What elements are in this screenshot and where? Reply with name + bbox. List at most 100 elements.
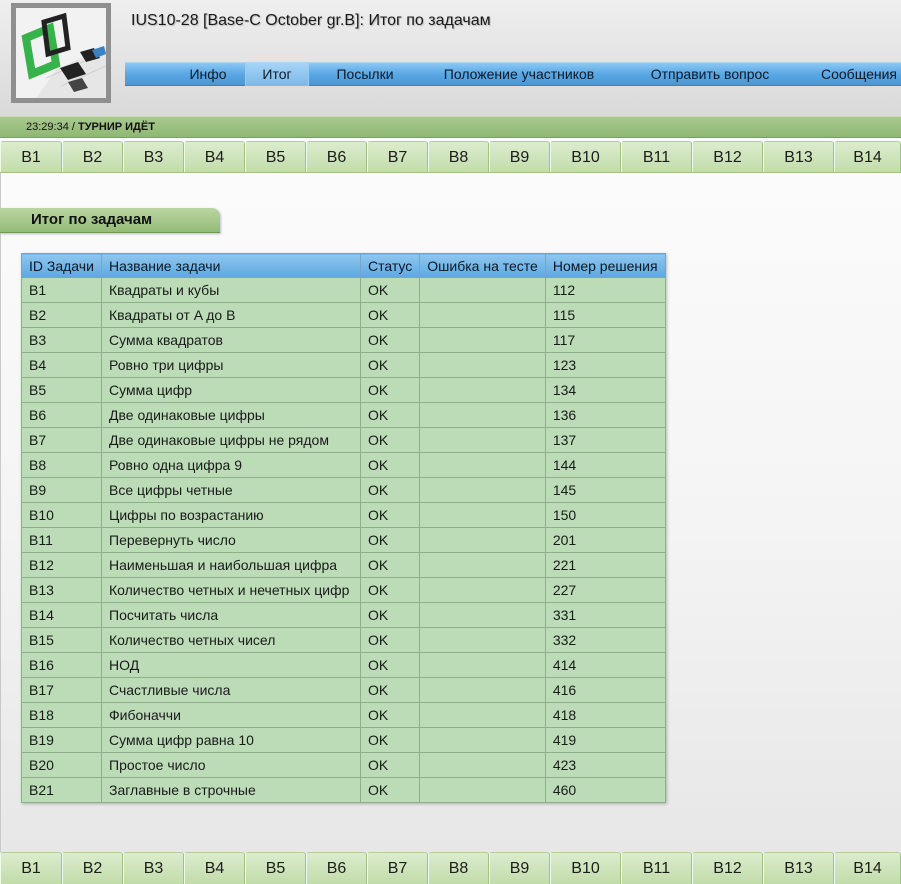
problem-tab-b1[interactable]: B1 <box>0 141 62 173</box>
server-time: 23:29:34 <box>26 121 69 133</box>
problem-tab-b9[interactable]: B9 <box>489 852 550 884</box>
problem-tab-b5[interactable]: B5 <box>245 852 306 884</box>
problem-tab-b7[interactable]: B7 <box>367 852 428 884</box>
table-row[interactable]: B14 Посчитать числа OK 331 <box>21 602 666 628</box>
problem-tab-b12[interactable]: B12 <box>692 141 763 173</box>
cell-submission-number[interactable]: 414 <box>544 652 666 678</box>
problem-tab-b10[interactable]: B10 <box>550 852 621 884</box>
problem-tab-b4[interactable]: B4 <box>184 852 245 884</box>
cell-submission-number[interactable]: 423 <box>544 752 666 778</box>
status-separator: / <box>68 121 78 133</box>
cell-problem-name: Сумма цифр равна 10 <box>101 727 361 753</box>
table-row[interactable]: B7 Две одинаковые цифры не рядом OK 137 <box>21 427 666 453</box>
cell-submission-number[interactable]: 134 <box>544 377 666 403</box>
problem-tab-b10[interactable]: B10 <box>550 141 621 173</box>
cell-submission-number[interactable]: 201 <box>544 527 666 553</box>
problem-tab-b6[interactable]: B6 <box>306 852 367 884</box>
cell-submission-number[interactable]: 221 <box>544 552 666 578</box>
problem-tab-b3[interactable]: B3 <box>123 852 184 884</box>
problem-tab-b7[interactable]: B7 <box>367 141 428 173</box>
problem-tab-b4[interactable]: B4 <box>184 141 245 173</box>
cell-problem-id: B11 <box>21 527 102 553</box>
table-row[interactable]: B17 Счастливые числа OK 416 <box>21 677 666 703</box>
cell-submission-number[interactable]: 150 <box>544 502 666 528</box>
table-row[interactable]: B18 Фибоначчи OK 418 <box>21 702 666 728</box>
cell-status: OK <box>359 527 421 553</box>
nav-messages[interactable]: Сообщения <box>813 63 901 86</box>
cell-problem-name: Заглавные в строчные <box>101 777 361 803</box>
header-problem-id: ID Задачи <box>21 253 102 278</box>
cell-submission-number[interactable]: 416 <box>544 677 666 703</box>
table-row[interactable]: B3 Сумма квадратов OK 117 <box>21 327 666 353</box>
table-row[interactable]: B13 Количество четных и нечетных цифр OK 22… <box>21 577 666 603</box>
cell-problem-name: Квадраты от A до B <box>101 302 361 328</box>
cell-problem-name: Цифры по возрастанию <box>101 502 361 528</box>
table-row[interactable]: B21 Заглавные в строчные OK 460 <box>21 777 666 803</box>
cell-problem-name: Сумма цифр <box>101 377 361 403</box>
table-row[interactable]: B8 Ровно одна цифра 9 OK 144 <box>21 452 666 478</box>
problem-tab-b11[interactable]: B11 <box>621 852 692 884</box>
table-row[interactable]: B1 Квадраты и кубы OK 112 <box>21 277 666 303</box>
table-row[interactable]: B6 Две одинаковые цифры OK 136 <box>21 402 666 428</box>
problem-tab-b12[interactable]: B12 <box>692 852 763 884</box>
cell-submission-number[interactable]: 331 <box>544 602 666 628</box>
problem-tab-b13[interactable]: B13 <box>763 852 834 884</box>
problem-tab-b6[interactable]: B6 <box>306 141 367 173</box>
table-row[interactable]: B15 Количество четных чисел OK 332 <box>21 627 666 653</box>
table-row[interactable]: B16 НОД OK 414 <box>21 652 666 678</box>
cell-problem-id: B16 <box>21 652 102 678</box>
nav-standings[interactable]: Положение участников <box>435 63 603 86</box>
cell-status: OK <box>359 577 421 603</box>
cell-submission-number[interactable]: 144 <box>544 452 666 478</box>
table-row[interactable]: B2 Квадраты от A до B OK 115 <box>21 302 666 328</box>
header-submission-number: Номер решения <box>544 253 666 278</box>
cell-submission-number[interactable]: 227 <box>544 577 666 603</box>
cell-problem-name: Две одинаковые цифры <box>101 402 361 428</box>
cell-failed-test <box>419 777 546 803</box>
problem-tab-b5[interactable]: B5 <box>245 141 306 173</box>
problem-tab-b14[interactable]: B14 <box>834 141 901 173</box>
nav-ask-question[interactable]: Отправить вопрос <box>639 63 781 86</box>
table-row[interactable]: B5 Сумма цифр OK 134 <box>21 377 666 403</box>
table-row[interactable]: B20 Простое число OK 423 <box>21 752 666 778</box>
problem-tabs-top: B1 B2 B3 B4 B5 B6 B7 B8 B9 B10 B11 B12 B… <box>0 141 901 173</box>
cell-submission-number[interactable]: 115 <box>544 302 666 328</box>
table-row[interactable]: B11 Перевернуть число OK 201 <box>21 527 666 553</box>
cell-failed-test <box>419 552 546 578</box>
cell-submission-number[interactable]: 460 <box>544 777 666 803</box>
table-row[interactable]: B10 Цифры по возрастанию OK 150 <box>21 502 666 528</box>
problem-tab-b8[interactable]: B8 <box>428 141 489 173</box>
logo <box>11 3 111 103</box>
cell-submission-number[interactable]: 419 <box>544 727 666 753</box>
cell-submission-number[interactable]: 112 <box>544 277 666 303</box>
problem-tab-b8[interactable]: B8 <box>428 852 489 884</box>
problem-tab-b2[interactable]: B2 <box>62 852 123 884</box>
problem-tab-b14[interactable]: B14 <box>834 852 901 884</box>
cell-problem-id: B13 <box>21 577 102 603</box>
table-row[interactable]: B19 Сумма цифр равна 10 OK 419 <box>21 727 666 753</box>
cell-submission-number[interactable]: 418 <box>544 702 666 728</box>
problem-tab-b11[interactable]: B11 <box>621 141 692 173</box>
cell-problem-name: Наименьшая и наибольшая цифра <box>101 552 361 578</box>
cell-submission-number[interactable]: 117 <box>544 327 666 353</box>
table-row[interactable]: B4 Ровно три цифры OK 123 <box>21 352 666 378</box>
cell-problem-name: Фибоначчи <box>101 702 361 728</box>
cell-submission-number[interactable]: 145 <box>544 477 666 503</box>
problem-tab-b3[interactable]: B3 <box>123 141 184 173</box>
table-row[interactable]: B12 Наименьшая и наибольшая цифра OK 221 <box>21 552 666 578</box>
table-row[interactable]: B9 Все цифры четные OK 145 <box>21 477 666 503</box>
problem-tab-b2[interactable]: B2 <box>62 141 123 173</box>
section-title: Итог по задачам <box>0 208 220 233</box>
cell-submission-number[interactable]: 123 <box>544 352 666 378</box>
nav-submissions[interactable]: Посылки <box>323 63 407 86</box>
nav-summary[interactable]: Итог <box>245 63 309 86</box>
cell-failed-test <box>419 427 546 453</box>
cell-status: OK <box>359 777 421 803</box>
problem-tab-b13[interactable]: B13 <box>763 141 834 173</box>
nav-info[interactable]: Инфо <box>173 63 243 86</box>
problem-tab-b9[interactable]: B9 <box>489 141 550 173</box>
problem-tab-b1[interactable]: B1 <box>0 852 62 884</box>
cell-submission-number[interactable]: 332 <box>544 627 666 653</box>
cell-submission-number[interactable]: 136 <box>544 402 666 428</box>
cell-submission-number[interactable]: 137 <box>544 427 666 453</box>
